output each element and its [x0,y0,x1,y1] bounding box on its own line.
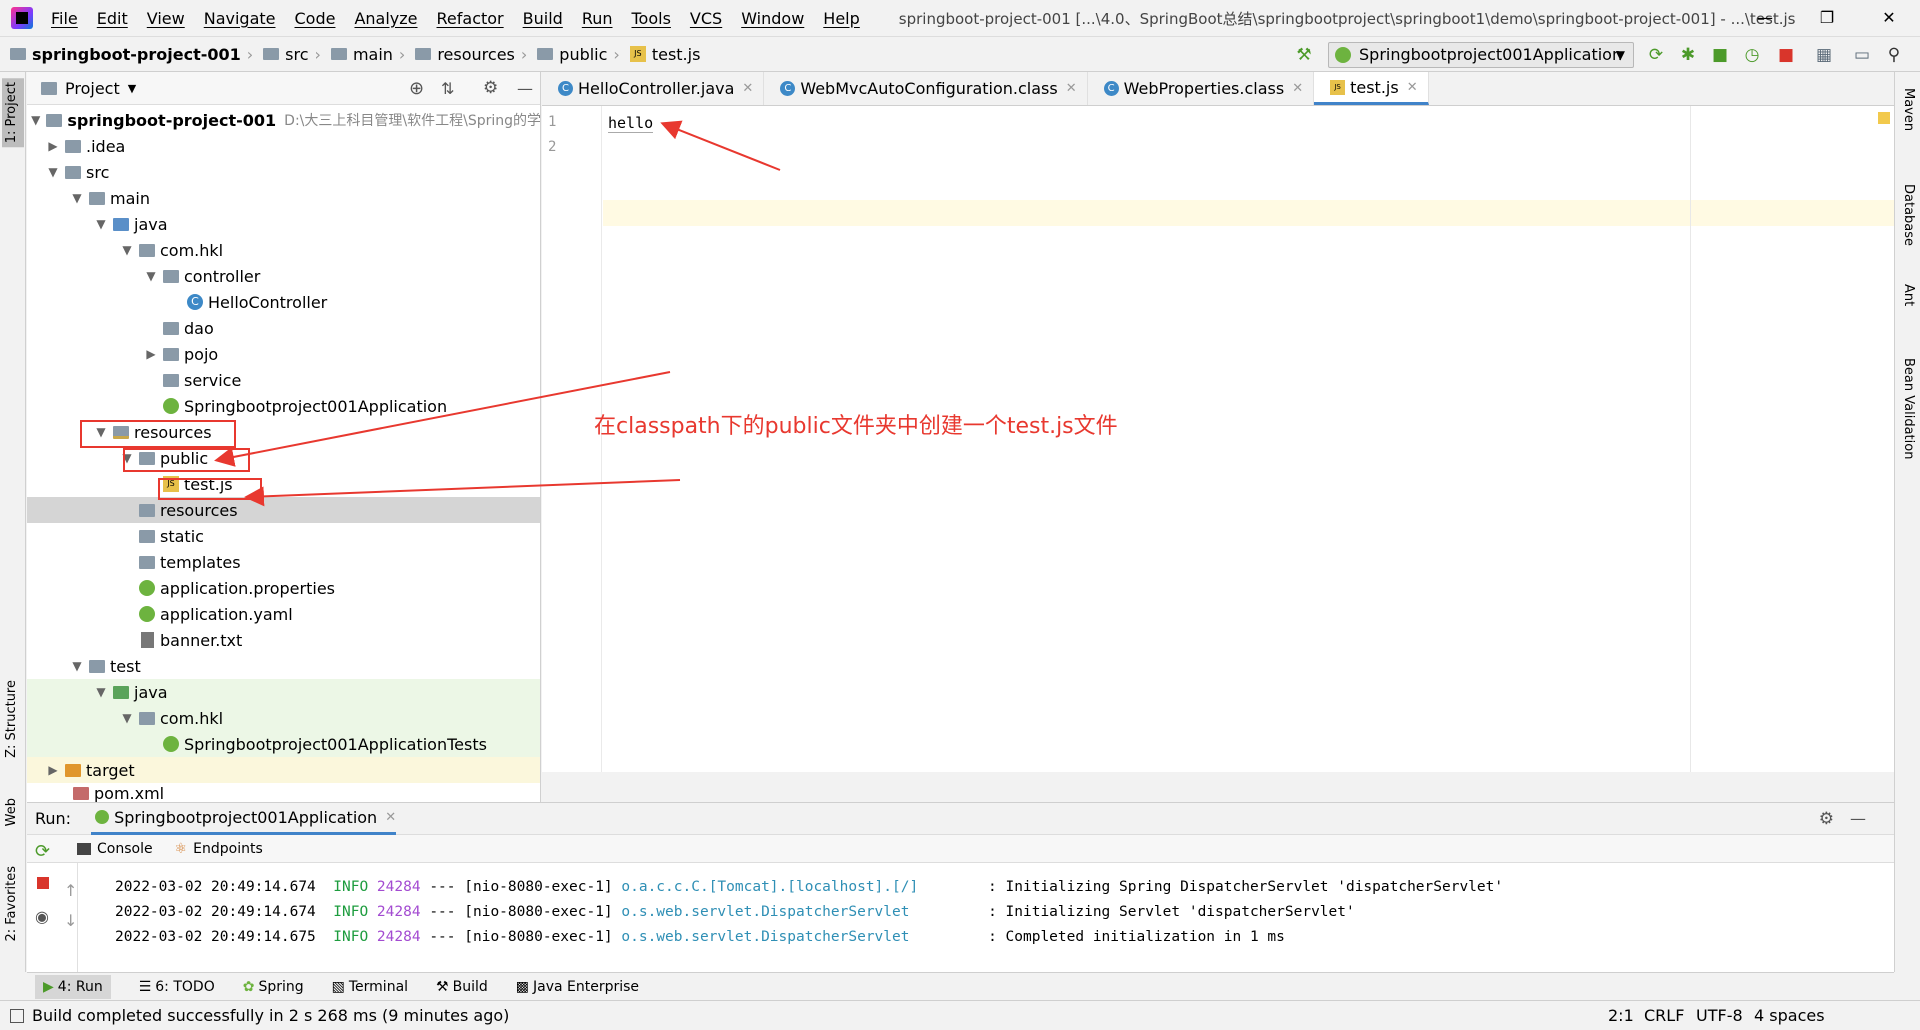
run-panel-header: Run: Springbootproject001Application ✕ ⚙ … [27,803,1894,835]
spring-icon: ✿ [242,978,255,995]
hammer-icon: ⚒ [436,978,449,995]
status-bar: Build completed successfully in 2 s 268 … [0,1000,1920,1030]
arrow-to-public [214,371,671,467]
tab-java-enterprise[interactable]: ▩ Java Enterprise [516,979,639,995]
arrow-to-hello [660,120,781,171]
console-icon [77,842,91,855]
run-config-tab[interactable]: Springbootproject001Application ✕ [91,803,397,835]
log-line: 2022-03-02 20:49:14.675 INFO 24284 --- [… [115,929,1285,945]
log-line: 2022-03-02 20:49:14.674 INFO 24284 --- [… [115,879,1504,895]
arrow-down-icon[interactable]: ↓ [64,911,77,930]
gear-icon[interactable]: ⚙ [1819,809,1834,829]
terminal-icon: ▧ [331,978,345,995]
file-encoding[interactable]: UTF-8 [1696,1006,1743,1025]
camera-icon[interactable]: ◉ [35,907,49,926]
close-icon[interactable]: ✕ [385,810,396,825]
arrow-up-icon[interactable]: ↑ [64,881,77,900]
tab-console[interactable]: Console [77,841,153,857]
hide-panel-icon[interactable]: — [1850,809,1866,828]
line-separator[interactable]: CRLF [1644,1006,1684,1025]
run-subtabs: Console ⚛ Endpoints [27,835,1894,863]
tab-todo[interactable]: ☰ 6: TODO [139,979,215,995]
caret-position[interactable]: 2:1 [1608,1006,1634,1025]
bottom-tool-tabs: ▶ 4: Run ☰ 6: TODO ✿ Spring ▧ Terminal ⚒ Buil… [27,972,1894,1000]
endpoints-icon: ⚛ [174,840,188,857]
status-message: Build completed successfully in 2 s 268 … [32,1006,510,1025]
tab-endpoints[interactable]: ⚛ Endpoints [175,841,263,857]
list-icon: ☰ [138,978,152,995]
enterprise-icon: ▩ [515,978,529,995]
tab-terminal[interactable]: ▧ Terminal [332,979,408,995]
log-line: 2022-03-02 20:49:14.674 INFO 24284 --- [… [115,904,1355,920]
stop-icon[interactable] [37,877,49,889]
indent-setting[interactable]: 4 spaces [1754,1006,1825,1025]
rerun-icon[interactable]: ⟳ [35,841,50,862]
tab-spring[interactable]: ✿ Spring [243,979,304,995]
run-panel: Run: Springbootproject001Application ✕ ⚙ … [27,802,1894,973]
run-label: Run: [35,809,72,828]
tab-run[interactable]: ▶ 4: Run [35,974,111,999]
status-toggle-icon[interactable] [10,1008,24,1023]
tab-build[interactable]: ⚒ Build [436,979,488,995]
arrow-to-test-js [244,479,681,507]
play-icon: ▶ [43,978,54,995]
